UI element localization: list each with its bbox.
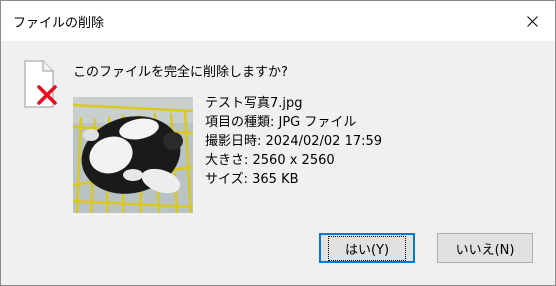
delete-file-dialog: ファイルの削除 このファイルを完全に削除しますか? テスト写真7.jpg 項目の…	[0, 0, 556, 286]
file-thumbnail	[73, 97, 193, 213]
file-size: サイズ: 365 KB	[205, 172, 299, 187]
yes-button-label: はい(Y)	[327, 235, 407, 261]
close-icon	[527, 16, 538, 27]
confirm-question: このファイルを完全に削除しますか?	[73, 65, 288, 80]
file-name: テスト写真7.jpg	[205, 96, 303, 111]
no-button[interactable]: いいえ(N)	[437, 233, 533, 263]
file-dimensions: 大きさ: 2560 x 2560	[205, 153, 335, 168]
dialog-body: このファイルを完全に削除しますか? テスト写真7.jpg 項目の種類: JPG …	[1, 41, 555, 285]
window-title: ファイルの削除	[13, 16, 105, 31]
file-delete-icon	[24, 60, 57, 108]
close-button[interactable]	[509, 1, 555, 41]
yes-button[interactable]: はい(Y)	[319, 233, 415, 263]
file-date-taken: 撮影日時: 2024/02/02 17:59	[205, 134, 383, 149]
file-info: テスト写真7.jpg 項目の種類: JPG ファイル 撮影日時: 2024/02…	[205, 94, 382, 189]
no-button-label: いいえ(N)	[455, 242, 515, 258]
title-bar[interactable]: ファイルの削除	[1, 1, 555, 41]
file-type: 項目の種類: JPG ファイル	[205, 115, 357, 130]
